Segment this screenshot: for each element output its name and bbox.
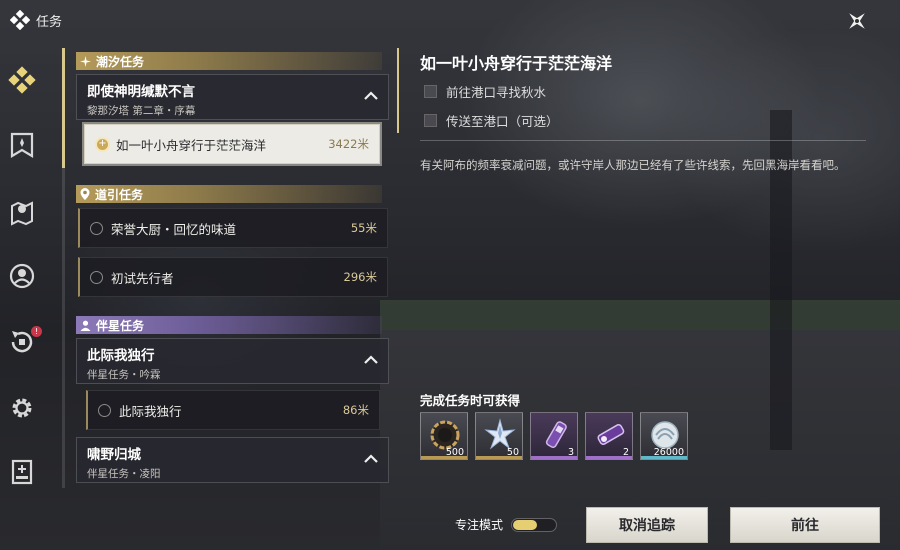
chevron-up-icon bbox=[364, 355, 378, 364]
rail-item-archive[interactable] bbox=[8, 458, 36, 486]
quest-name: 荣誉大厨・回忆的味道 bbox=[111, 221, 237, 237]
category-label: 潮汐任务 bbox=[96, 54, 145, 69]
radio-icon bbox=[98, 403, 111, 417]
quest-distance: 86米 bbox=[342, 403, 369, 417]
rewards-row: 500 50 3 2 26000 bbox=[420, 412, 688, 460]
rail-item-banner[interactable] bbox=[8, 132, 36, 160]
sparkle-icon bbox=[80, 55, 91, 67]
category-header-tide: 潮汐任务 bbox=[76, 52, 382, 70]
category-header-guide: 道引任务 bbox=[76, 185, 382, 203]
focus-mode: 专注模式 bbox=[455, 516, 558, 533]
quest-description: 有关阿布的频率衰减问题，或许守岸人那边已经有了些许线索，先回黑海岸看看吧。 bbox=[420, 158, 846, 172]
side-nav: ! bbox=[0, 40, 44, 550]
quest-diamond-icon bbox=[10, 10, 30, 30]
quest-group[interactable]: 即使神明缄默不言 黎那汐塔 第二章・序幕 bbox=[76, 74, 389, 120]
quest-name: 如一叶小舟穿行于茫茫海洋 bbox=[116, 137, 267, 153]
selection-indicator bbox=[397, 48, 399, 133]
map-pin-icon bbox=[11, 201, 33, 226]
alert-badge: ! bbox=[31, 326, 42, 337]
toggle-knob bbox=[513, 519, 538, 530]
rarity-bar bbox=[531, 456, 577, 459]
quest-group[interactable]: 啸野归城 伴星任务・凌阳 bbox=[76, 437, 389, 483]
rail-item-return[interactable]: ! bbox=[8, 326, 42, 356]
objective-item: 传送至港口（可选） bbox=[424, 111, 559, 130]
group-title: 此际我独行 bbox=[87, 348, 155, 364]
x-star-icon bbox=[849, 13, 865, 29]
quest-group[interactable]: 此际我独行 伴星任务・吟霖 bbox=[76, 338, 389, 384]
gear-icon bbox=[12, 398, 32, 418]
reward-item[interactable]: 26000 bbox=[640, 412, 688, 460]
quest-name: 初试先行者 bbox=[111, 270, 174, 286]
quest-item[interactable]: 此际我独行 86米 bbox=[86, 390, 380, 430]
quest-diamond-icon bbox=[8, 66, 36, 94]
rarity-bar bbox=[476, 456, 522, 459]
objective-item: 前往港口寻找秋水 bbox=[424, 82, 546, 101]
quest-name: 此际我独行 bbox=[119, 403, 182, 419]
reward-item[interactable]: 50 bbox=[475, 412, 523, 460]
category-label: 道引任务 bbox=[95, 187, 144, 202]
person-icon bbox=[80, 320, 91, 331]
divider bbox=[420, 140, 866, 141]
focus-mode-toggle[interactable] bbox=[511, 517, 558, 532]
reward-item[interactable]: 500 bbox=[420, 412, 468, 460]
objective-text: 前往港口寻找秋水 bbox=[446, 85, 547, 100]
page-title: 任务 bbox=[36, 14, 63, 30]
tracking-icon: + bbox=[95, 136, 110, 152]
focus-mode-label: 专注模式 bbox=[455, 518, 504, 532]
group-title: 啸野归城 bbox=[87, 447, 141, 463]
quest-item[interactable]: 初试先行者 296米 bbox=[78, 257, 388, 297]
quest-distance: 55米 bbox=[350, 221, 377, 235]
checkbox-icon bbox=[424, 85, 437, 98]
rail-item-profile[interactable] bbox=[8, 262, 36, 290]
quest-list: 潮汐任务 即使神明缄默不言 黎那汐塔 第二章・序幕 + 如一叶小舟穿行于茫茫海洋… bbox=[68, 48, 390, 488]
rail-item-map[interactable] bbox=[8, 198, 36, 226]
close-button[interactable] bbox=[844, 8, 870, 34]
reward-item[interactable]: 3 bbox=[530, 412, 578, 460]
checkbox-icon bbox=[424, 114, 437, 127]
chevron-up-icon bbox=[364, 91, 378, 100]
quest-item-selected[interactable]: + 如一叶小舟穿行于茫茫海洋 3422米 bbox=[82, 122, 382, 166]
category-header-companion: 伴星任务 bbox=[76, 316, 382, 334]
group-subtitle: 伴星任务・吟霖 bbox=[87, 369, 161, 381]
quest-list-scroll-thumb[interactable] bbox=[62, 48, 65, 168]
shield-banner-icon bbox=[10, 132, 34, 158]
person-circle-icon bbox=[9, 263, 35, 289]
quest-distance: 3422米 bbox=[328, 137, 369, 151]
rail-item-settings[interactable] bbox=[8, 394, 36, 422]
rarity-bar bbox=[586, 456, 632, 459]
rewards-label: 完成任务时可获得 bbox=[420, 393, 521, 408]
chevron-up-icon bbox=[364, 454, 378, 463]
rarity-bar bbox=[641, 456, 687, 459]
go-button[interactable]: 前往 bbox=[730, 507, 880, 543]
objective-text: 传送至港口（可选） bbox=[446, 114, 559, 129]
group-title: 即使神明缄默不言 bbox=[87, 84, 195, 100]
rarity-bar bbox=[421, 456, 467, 459]
radio-icon bbox=[90, 221, 103, 235]
category-label: 伴星任务 bbox=[96, 318, 145, 333]
quest-detail-title: 如一叶小舟穿行于茫茫海洋 bbox=[420, 54, 613, 73]
location-pin-icon bbox=[80, 188, 90, 200]
quest-item[interactable]: 荣誉大厨・回忆的味道 55米 bbox=[78, 208, 388, 248]
radio-icon bbox=[90, 270, 103, 284]
header: 任务 bbox=[10, 10, 62, 30]
reward-item[interactable]: 2 bbox=[585, 412, 633, 460]
archive-book-icon bbox=[11, 459, 33, 485]
rail-item-quests[interactable] bbox=[8, 66, 36, 94]
cancel-track-button[interactable]: 取消追踪 bbox=[586, 507, 708, 543]
quest-distance: 296米 bbox=[343, 270, 377, 284]
group-subtitle: 伴星任务・凌阳 bbox=[87, 468, 161, 480]
group-subtitle: 黎那汐塔 第二章・序幕 bbox=[87, 105, 196, 117]
